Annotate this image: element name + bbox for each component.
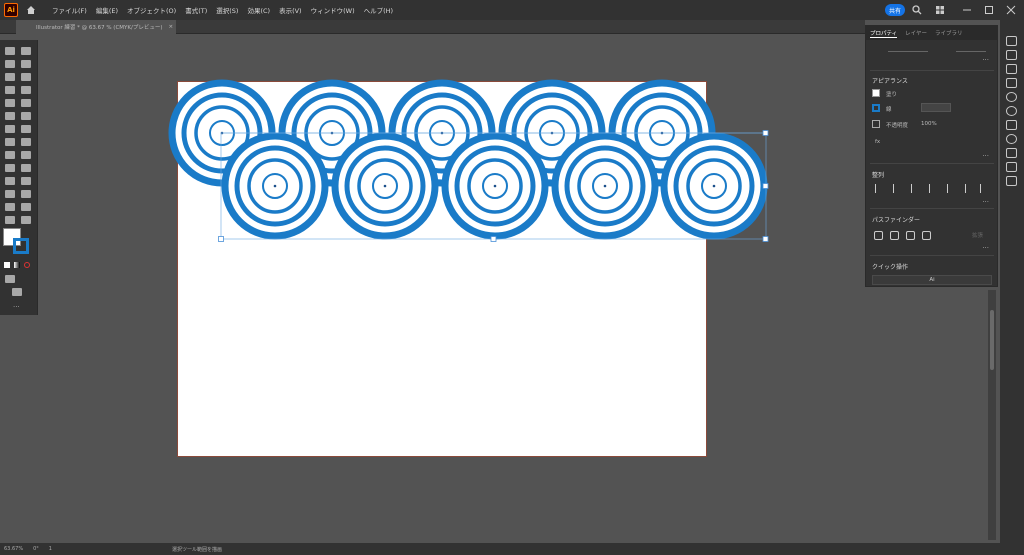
concentric-circle-1-2[interactable] bbox=[441, 132, 549, 240]
distribute-icon[interactable] bbox=[980, 184, 986, 193]
resize-handle-right[interactable] bbox=[762, 183, 769, 189]
align-top-icon[interactable] bbox=[929, 184, 935, 193]
tab-layers[interactable]: レイヤー bbox=[905, 29, 927, 37]
zoom-level[interactable]: 63.67% bbox=[4, 546, 23, 552]
fill-label: 塗り bbox=[886, 92, 898, 98]
scrollbar-thumb[interactable] bbox=[990, 310, 994, 370]
expand-button[interactable]: 拡張 bbox=[972, 231, 983, 239]
stroke-label: 線 bbox=[886, 107, 892, 113]
intersect-icon[interactable] bbox=[906, 231, 915, 240]
transform-field[interactable] bbox=[888, 44, 928, 52]
quick-actions-title: クイック操作 bbox=[872, 264, 909, 271]
color-icon[interactable] bbox=[1006, 106, 1017, 116]
divider bbox=[870, 70, 994, 71]
pathfinder-title: パスファインダー bbox=[872, 217, 921, 224]
brushes-icon[interactable] bbox=[1006, 78, 1017, 88]
resize-handle-top-right[interactable] bbox=[762, 130, 769, 136]
opacity-icon[interactable] bbox=[872, 120, 880, 128]
appearance-more-icon[interactable]: ··· bbox=[982, 152, 989, 160]
resize-handle-bottom[interactable] bbox=[490, 236, 497, 242]
tab-libraries[interactable]: ライブラリ bbox=[935, 29, 963, 37]
panel-tabs: プロパティ レイヤー ライブラリ bbox=[866, 26, 997, 40]
align-middle-icon[interactable] bbox=[947, 184, 953, 193]
tool-hint: 選択ツール範囲を描画 bbox=[171, 546, 222, 553]
transform-icon[interactable] bbox=[1006, 148, 1017, 158]
opacity-value[interactable]: 100% bbox=[921, 121, 937, 127]
unite-icon[interactable] bbox=[874, 231, 883, 240]
info-icon[interactable] bbox=[1006, 134, 1017, 144]
layers-icon[interactable] bbox=[1006, 50, 1017, 60]
align-panel-icon[interactable] bbox=[1006, 162, 1017, 172]
divider bbox=[870, 208, 994, 209]
concentric-circle-1-4[interactable] bbox=[660, 132, 768, 240]
libraries-icon[interactable] bbox=[1006, 64, 1017, 74]
align-title: 整列 bbox=[872, 172, 885, 179]
align-left-icon[interactable] bbox=[875, 184, 881, 193]
properties-icon[interactable] bbox=[1006, 36, 1017, 46]
concentric-circle-1-3[interactable] bbox=[551, 132, 659, 240]
divider bbox=[870, 163, 994, 164]
concentric-circle-1-0[interactable] bbox=[221, 132, 329, 240]
align-right-icon[interactable] bbox=[911, 184, 917, 193]
concentric-circle-group[interactable] bbox=[168, 79, 768, 240]
stroke-color-swatch[interactable] bbox=[872, 104, 880, 112]
fx-icon[interactable]: fx bbox=[875, 139, 880, 145]
fill-color-swatch[interactable] bbox=[872, 89, 880, 97]
divider bbox=[870, 255, 994, 256]
more-options-icon[interactable]: ··· bbox=[982, 56, 989, 64]
opacity-label: 不透明度 bbox=[886, 123, 909, 129]
panel-icon-strip bbox=[1000, 20, 1024, 555]
resize-handle-bottom-right[interactable] bbox=[762, 236, 769, 242]
tab-properties[interactable]: プロパティ bbox=[870, 29, 898, 38]
align-center-icon[interactable] bbox=[893, 184, 899, 193]
quick-action-button[interactable]: Ai bbox=[872, 275, 992, 285]
exclude-icon[interactable] bbox=[922, 231, 931, 240]
appearance-title: アピアランス bbox=[872, 78, 908, 85]
rotation-value[interactable]: 0° bbox=[33, 546, 39, 552]
pathfinder-more-icon[interactable]: ··· bbox=[982, 244, 989, 252]
stroke-weight-field[interactable] bbox=[921, 103, 951, 112]
properties-panel: プロパティ レイヤー ライブラリ ··· アピアランス 塗り 線 不透明度 10… bbox=[865, 25, 998, 287]
align-more-icon[interactable]: ··· bbox=[982, 198, 989, 206]
align-bottom-icon[interactable] bbox=[965, 184, 971, 193]
page-number[interactable]: 1 bbox=[49, 546, 52, 552]
minus-front-icon[interactable] bbox=[890, 231, 899, 240]
concentric-circle-1-1[interactable] bbox=[331, 132, 439, 240]
swatches-icon[interactable] bbox=[1006, 120, 1017, 130]
transform-field-2[interactable] bbox=[956, 44, 986, 52]
status-bar: 63.67% 0° 1 選択ツール範囲を描画 bbox=[0, 543, 1024, 555]
symbols-icon[interactable] bbox=[1006, 92, 1017, 102]
pathfinder-panel-icon[interactable] bbox=[1006, 176, 1017, 186]
resize-handle-bottom-left[interactable] bbox=[218, 236, 224, 242]
